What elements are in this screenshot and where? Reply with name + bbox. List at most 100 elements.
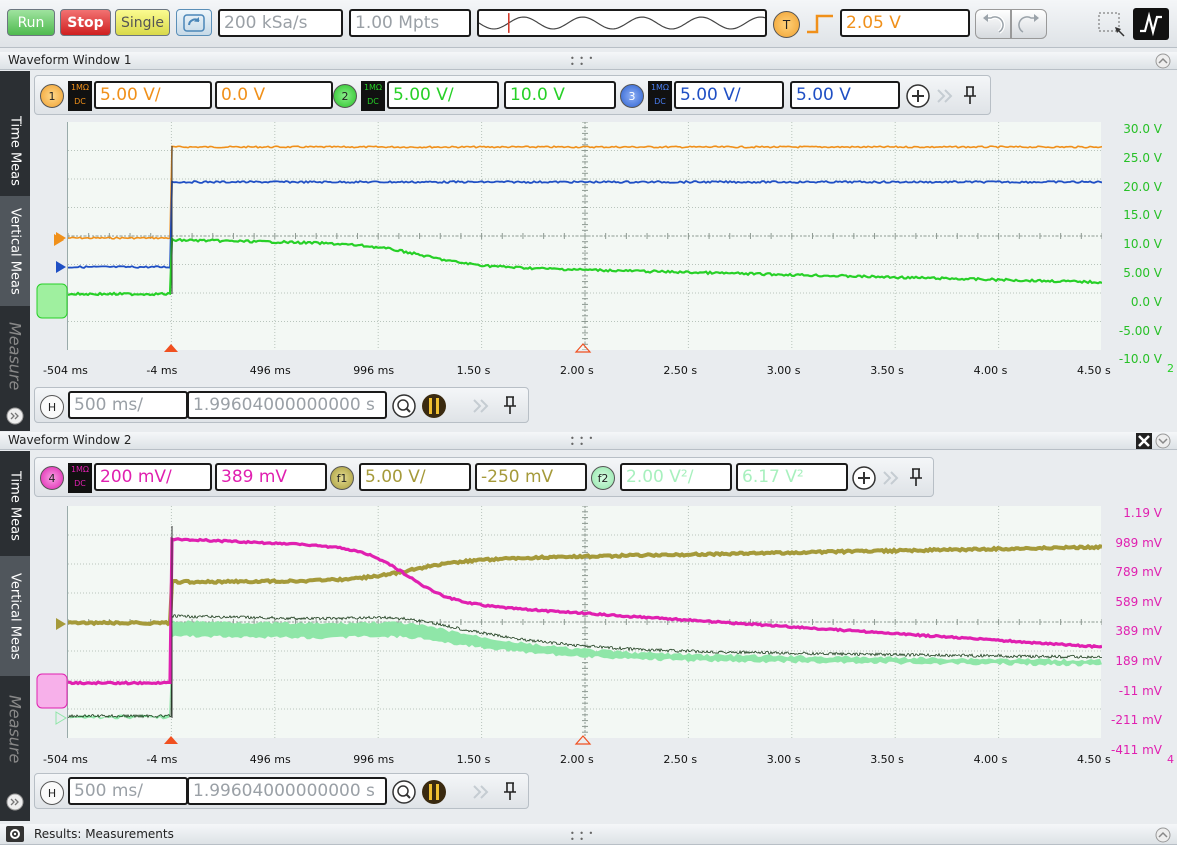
- acquisition-overview[interactable]: [477, 9, 767, 37]
- horizontal-position-field[interactable]: 1.99604000000000 s: [187, 391, 387, 419]
- horizontal-position-field[interactable]: 1.99604000000000 s: [187, 777, 387, 805]
- window1-y-tick-label: 30.0 V: [1123, 122, 1162, 136]
- function1-offset-field[interactable]: -250 mV: [475, 463, 587, 491]
- channel1-scale-field[interactable]: 5.00 V/: [94, 81, 212, 109]
- zoom-icon[interactable]: [391, 393, 417, 419]
- expand-right-icon[interactable]: [471, 782, 491, 802]
- expand-sidebar-icon[interactable]: [6, 407, 24, 425]
- window1-drag-handle[interactable]: • • • • •: [570, 55, 602, 69]
- pin-icon[interactable]: [907, 466, 925, 488]
- add-channel-icon[interactable]: [905, 83, 931, 109]
- window2-drag-handle[interactable]: • • • • •: [570, 435, 602, 449]
- redo-button[interactable]: [1011, 9, 1047, 39]
- zoom-icon[interactable]: [391, 779, 417, 805]
- channel4-coupling: 1MΩ DC: [68, 463, 92, 493]
- channel4-offset-field[interactable]: 389 mV: [215, 463, 327, 491]
- add-channel-icon[interactable]: [851, 465, 877, 491]
- gear-icon[interactable]: [6, 826, 24, 842]
- function1-scale-field[interactable]: 5.00 V/: [359, 463, 471, 491]
- tab-measure[interactable]: Measure: [0, 679, 30, 779]
- channel3-offset-field[interactable]: 5.00 V: [790, 81, 900, 109]
- channel2-badge[interactable]: 2: [333, 84, 357, 108]
- window2-x-tick-label: 4.50 s: [1077, 753, 1111, 766]
- time-reference-icon: [574, 735, 592, 745]
- channel4-scale-field[interactable]: 200 mV/: [94, 463, 212, 491]
- channel3-scale-field[interactable]: 5.00 V/: [674, 81, 784, 109]
- navigate-icon[interactable]: [421, 393, 447, 419]
- memory-depth-field[interactable]: 1.00 Mpts: [349, 9, 471, 37]
- channel4-badge[interactable]: 4: [40, 466, 64, 490]
- window1-x-tick-label: 4.50 s: [1077, 364, 1111, 377]
- window1-plot-area[interactable]: [67, 121, 1103, 351]
- horizontal-scale-field[interactable]: 500 ms/: [68, 391, 188, 419]
- function2-badge[interactable]: f2: [591, 466, 615, 490]
- window1-waveform-svg: [67, 121, 1103, 351]
- window2-x-tick-label: 3.50 s: [870, 753, 904, 766]
- expand-right-icon[interactable]: [881, 468, 901, 488]
- channel1-coupling: 1MΩ DC: [68, 81, 92, 111]
- function2-scale-field[interactable]: 2.00 V²/: [620, 463, 732, 491]
- expand-sidebar-icon[interactable]: [6, 793, 24, 811]
- expand-right-icon[interactable]: [471, 396, 491, 416]
- window2-title: Waveform Window 2: [8, 433, 132, 447]
- window2-waveform-svg: [67, 505, 1103, 738]
- horizontal-badge[interactable]: H: [40, 781, 64, 805]
- sample-rate-field[interactable]: 200 kSa/s: [218, 9, 343, 37]
- window2-y-tick-label: -11 mV: [1118, 683, 1162, 698]
- window1-y-tick-label: 5.00 V: [1123, 266, 1162, 280]
- rising-edge-icon[interactable]: [805, 12, 835, 36]
- tab-vertical-meas[interactable]: Vertical Meas: [0, 556, 30, 676]
- pin-icon[interactable]: [961, 84, 979, 106]
- channel3-badge[interactable]: 3: [620, 84, 644, 108]
- window2-horizontal-bar: H 500 ms/ 1.99604000000000 s: [34, 773, 529, 809]
- auto-scale-button[interactable]: [176, 9, 212, 36]
- close-icon[interactable]: [1136, 433, 1152, 449]
- channel3-coupling: 1MΩ DC: [648, 81, 672, 111]
- stop-button[interactable]: Stop: [60, 9, 111, 36]
- trigger-badge[interactable]: T: [773, 11, 800, 38]
- window1-x-tick-label: 4.00 s: [973, 364, 1008, 377]
- channel2-coupling: 1MΩ DC: [361, 81, 385, 111]
- window1-y-tick-label: -5.00 V: [1118, 323, 1162, 338]
- window1-x-tick-label: -504 ms: [43, 364, 88, 377]
- horizontal-badge[interactable]: H: [40, 395, 64, 419]
- window2-x-tick-label: 496 ms: [249, 753, 291, 766]
- collapse-up-icon[interactable]: [1155, 53, 1171, 69]
- channel1-offset-field[interactable]: 0.0 V: [215, 81, 333, 109]
- undo-button[interactable]: [975, 9, 1011, 39]
- channel2-impedance: 1MΩ: [363, 83, 383, 92]
- trigger-level-field[interactable]: 2.05 V: [840, 9, 970, 37]
- tab-vertical-meas[interactable]: Vertical Meas: [0, 196, 30, 306]
- expand-right-icon[interactable]: [935, 86, 955, 106]
- single-button[interactable]: Single: [115, 9, 170, 36]
- window1-y-tick-label: 15.0 V: [1123, 208, 1162, 223]
- tab-time-meas[interactable]: Time Meas: [0, 461, 30, 551]
- expand-up-icon[interactable]: [1155, 827, 1171, 843]
- horizontal-scale-field[interactable]: 500 ms/: [68, 777, 188, 805]
- window1-y-tick-label: 0.0 V: [1130, 294, 1162, 309]
- window1-x-suffix: 2: [1167, 362, 1174, 375]
- tab-measure[interactable]: Measure: [0, 311, 30, 401]
- results-drag-handle[interactable]: • • • • •: [570, 830, 602, 844]
- navigate-icon[interactable]: [421, 779, 447, 805]
- trigger-point-icon: [164, 344, 178, 352]
- channel1-badge[interactable]: 1: [40, 84, 64, 108]
- channel2-offset-field[interactable]: 10.0 V: [504, 81, 616, 109]
- collapse-down-icon[interactable]: [1155, 433, 1171, 449]
- window2-x-tick-label: 4.00 s: [973, 753, 1008, 766]
- window2-x-tick-label: -4 ms: [146, 753, 178, 766]
- pin-icon[interactable]: [501, 394, 519, 416]
- channel4-impedance: 1MΩ: [70, 465, 90, 474]
- draw-waveform-button[interactable]: [1133, 8, 1169, 40]
- pin-icon[interactable]: [501, 780, 519, 802]
- window1-y-tick-label: 10.0 V: [1123, 237, 1162, 252]
- channel2-scale-field[interactable]: 5.00 V/: [387, 81, 499, 109]
- window2-y-tick-label: 989 mV: [1115, 535, 1162, 550]
- window2-plot-area[interactable]: [67, 505, 1103, 738]
- tab-time-meas[interactable]: Time Meas: [0, 111, 30, 191]
- function2-offset-field[interactable]: 6.17 V²: [736, 463, 848, 491]
- function1-badge[interactable]: f1: [330, 466, 354, 490]
- zoom-select-button[interactable]: [1094, 7, 1130, 41]
- window1-grid: [67, 121, 1103, 351]
- run-button[interactable]: Run: [7, 9, 55, 36]
